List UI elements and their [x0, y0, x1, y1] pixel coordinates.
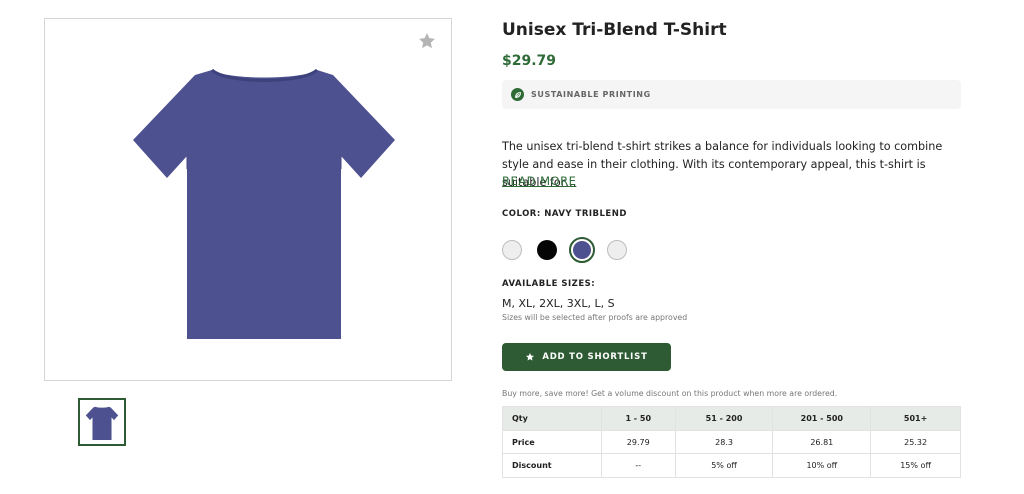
table-header-row: Qty 1 - 50 51 - 200 201 - 500 501+	[502, 406, 961, 431]
sizes-note: Sizes will be selected after proofs are …	[502, 313, 688, 322]
table-cell: Qty	[502, 406, 602, 431]
table-cell: 5% off	[674, 453, 774, 479]
tshirt-thumbnail-icon	[85, 406, 119, 440]
table-cell: Discount	[502, 453, 602, 479]
table-cell: 28.3	[674, 429, 774, 455]
product-title: Unisex Tri-Blend T-Shirt	[502, 20, 727, 40]
table-row: Price 29.79 28.3 26.81 25.32	[502, 429, 961, 455]
table-cell: 26.81	[772, 429, 872, 455]
table-cell: 201 - 500	[772, 406, 872, 431]
product-image-frame	[44, 18, 452, 381]
sizes-value: M, XL, 2XL, 3XL, L, S	[502, 297, 615, 310]
color-swatch[interactable]	[607, 240, 627, 260]
star-icon	[526, 353, 535, 361]
color-swatch[interactable]	[537, 240, 557, 260]
color-swatch-selected[interactable]	[569, 237, 595, 263]
star-icon[interactable]	[417, 31, 437, 51]
table-row: Discount -- 5% off 10% off 15% off	[502, 453, 961, 479]
color-swatches	[502, 237, 642, 263]
table-cell: 1 - 50	[600, 406, 676, 431]
leaf-icon	[511, 88, 524, 101]
table-cell: 51 - 200	[674, 406, 774, 431]
table-cell: 25.32	[870, 429, 961, 455]
table-cell: 15% off	[870, 453, 961, 479]
product-image	[133, 68, 395, 339]
thumbnail-image[interactable]	[78, 398, 126, 446]
table-cell: Price	[502, 429, 602, 455]
badge-label: SUSTAINABLE PRINTING	[531, 90, 651, 99]
add-to-shortlist-button[interactable]: ADD TO SHORTLIST	[502, 343, 671, 371]
table-cell: 29.79	[600, 429, 676, 455]
table-cell: 10% off	[772, 453, 872, 479]
table-cell: 501+	[870, 406, 961, 431]
color-label: COLOR: NAVY TRIBLEND	[502, 209, 627, 219]
color-swatch[interactable]	[502, 240, 522, 260]
sustainable-badge: SUSTAINABLE PRINTING	[502, 80, 961, 109]
read-more-link[interactable]: READ MORE	[502, 174, 576, 188]
volume-pricing-table: Qty 1 - 50 51 - 200 201 - 500 501+ Price…	[502, 406, 961, 479]
sizes-label: AVAILABLE SIZES:	[502, 279, 596, 289]
product-price: $29.79	[502, 53, 557, 69]
add-button-label: ADD TO SHORTLIST	[542, 352, 648, 362]
bulk-discount-note: Buy more, save more! Get a volume discou…	[502, 389, 838, 398]
table-cell: --	[600, 453, 676, 479]
